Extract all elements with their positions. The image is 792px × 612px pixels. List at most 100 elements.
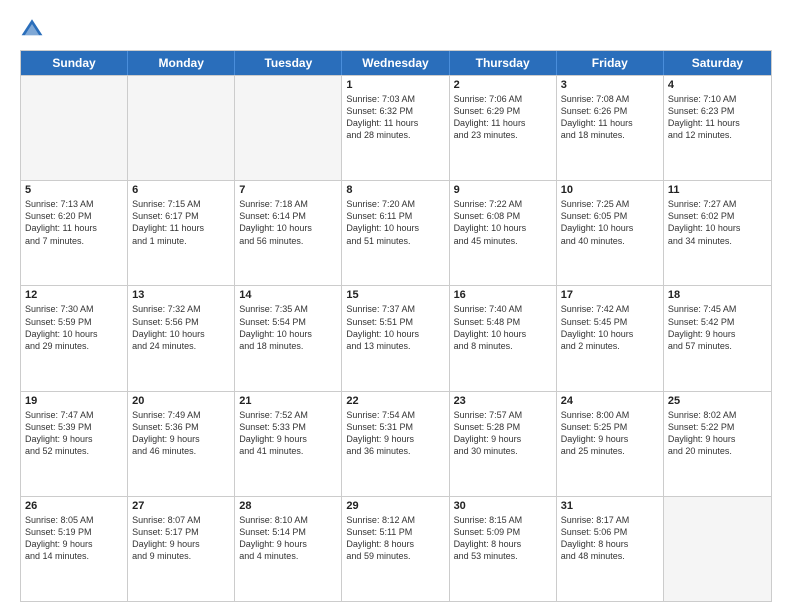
day-number: 8 <box>346 184 444 196</box>
day-number: 9 <box>454 184 552 196</box>
day-info: Sunrise: 7:52 AM Sunset: 5:33 PM Dayligh… <box>239 409 337 458</box>
day-number: 19 <box>25 395 123 407</box>
day-number: 15 <box>346 289 444 301</box>
day-info: Sunrise: 7:49 AM Sunset: 5:36 PM Dayligh… <box>132 409 230 458</box>
day-number: 26 <box>25 500 123 512</box>
day-info: Sunrise: 8:05 AM Sunset: 5:19 PM Dayligh… <box>25 514 123 563</box>
day-info: Sunrise: 8:00 AM Sunset: 5:25 PM Dayligh… <box>561 409 659 458</box>
day-info: Sunrise: 7:42 AM Sunset: 5:45 PM Dayligh… <box>561 303 659 352</box>
day-number: 28 <box>239 500 337 512</box>
logo <box>20 16 48 40</box>
day-number: 5 <box>25 184 123 196</box>
calendar-body: 1 Sunrise: 7:03 AM Sunset: 6:32 PM Daylig… <box>21 75 771 601</box>
day-info: Sunrise: 7:40 AM Sunset: 5:48 PM Dayligh… <box>454 303 552 352</box>
day-info: Sunrise: 7:45 AM Sunset: 5:42 PM Dayligh… <box>668 303 767 352</box>
calendar-day: 28 Sunrise: 8:10 AM Sunset: 5:14 PM Dayli… <box>235 497 342 601</box>
calendar-day: 19 Sunrise: 7:47 AM Sunset: 5:39 PM Dayli… <box>21 392 128 496</box>
calendar-day: 10 Sunrise: 7:25 AM Sunset: 6:05 PM Dayli… <box>557 181 664 285</box>
day-info: Sunrise: 7:35 AM Sunset: 5:54 PM Dayligh… <box>239 303 337 352</box>
calendar-empty <box>235 76 342 180</box>
day-info: Sunrise: 7:08 AM Sunset: 6:26 PM Dayligh… <box>561 93 659 142</box>
day-number: 18 <box>668 289 767 301</box>
calendar-day: 8 Sunrise: 7:20 AM Sunset: 6:11 PM Daylig… <box>342 181 449 285</box>
day-info: Sunrise: 8:15 AM Sunset: 5:09 PM Dayligh… <box>454 514 552 563</box>
calendar-day: 22 Sunrise: 7:54 AM Sunset: 5:31 PM Dayli… <box>342 392 449 496</box>
calendar-day: 30Sunrise: 8:15 AM Sunset: 5:09 PM Dayli… <box>450 497 557 601</box>
calendar-day: 3 Sunrise: 7:08 AM Sunset: 6:26 PM Daylig… <box>557 76 664 180</box>
calendar-day: 25 Sunrise: 8:02 AM Sunset: 5:22 PM Dayli… <box>664 392 771 496</box>
day-number: 31 <box>561 500 659 512</box>
weekday-header: Saturday <box>664 51 771 75</box>
calendar-day: 4 Sunrise: 7:10 AM Sunset: 6:23 PM Daylig… <box>664 76 771 180</box>
calendar-day: 26 Sunrise: 8:05 AM Sunset: 5:19 PM Dayli… <box>21 497 128 601</box>
calendar-day: 5Sunrise: 7:13 AM Sunset: 6:20 PM Daylig… <box>21 181 128 285</box>
day-number: 7 <box>239 184 337 196</box>
day-info: Sunrise: 8:07 AM Sunset: 5:17 PM Dayligh… <box>132 514 230 563</box>
day-number: 13 <box>132 289 230 301</box>
calendar-header: SundayMondayTuesdayWednesdayThursdayFrid… <box>21 51 771 75</box>
calendar-day: 6Sunrise: 7:15 AM Sunset: 6:17 PM Daylig… <box>128 181 235 285</box>
day-number: 20 <box>132 395 230 407</box>
weekday-header: Friday <box>557 51 664 75</box>
calendar-day: 2Sunrise: 7:06 AM Sunset: 6:29 PM Daylig… <box>450 76 557 180</box>
calendar-day: 7Sunrise: 7:18 AM Sunset: 6:14 PM Daylig… <box>235 181 342 285</box>
day-number: 6 <box>132 184 230 196</box>
day-info: Sunrise: 7:54 AM Sunset: 5:31 PM Dayligh… <box>346 409 444 458</box>
day-info: Sunrise: 8:10 AM Sunset: 5:14 PM Dayligh… <box>239 514 337 563</box>
day-info: Sunrise: 7:47 AM Sunset: 5:39 PM Dayligh… <box>25 409 123 458</box>
logo-icon <box>20 16 44 40</box>
calendar-day: 9 Sunrise: 7:22 AM Sunset: 6:08 PM Daylig… <box>450 181 557 285</box>
calendar-day: 15 Sunrise: 7:37 AM Sunset: 5:51 PM Dayli… <box>342 286 449 390</box>
calendar-day: 12 Sunrise: 7:30 AM Sunset: 5:59 PM Dayli… <box>21 286 128 390</box>
day-number: 11 <box>668 184 767 196</box>
day-number: 24 <box>561 395 659 407</box>
weekday-header: Thursday <box>450 51 557 75</box>
calendar-day: 16Sunrise: 7:40 AM Sunset: 5:48 PM Dayli… <box>450 286 557 390</box>
calendar-day: 13 Sunrise: 7:32 AM Sunset: 5:56 PM Dayli… <box>128 286 235 390</box>
calendar-day: 20 Sunrise: 7:49 AM Sunset: 5:36 PM Dayli… <box>128 392 235 496</box>
day-number: 3 <box>561 79 659 91</box>
calendar-week: 19 Sunrise: 7:47 AM Sunset: 5:39 PM Dayli… <box>21 391 771 496</box>
calendar-empty <box>128 76 235 180</box>
day-number: 22 <box>346 395 444 407</box>
day-number: 12 <box>25 289 123 301</box>
day-number: 27 <box>132 500 230 512</box>
day-info: Sunrise: 7:22 AM Sunset: 6:08 PM Dayligh… <box>454 198 552 247</box>
calendar-day: 29Sunrise: 8:12 AM Sunset: 5:11 PM Dayli… <box>342 497 449 601</box>
day-info: Sunrise: 7:30 AM Sunset: 5:59 PM Dayligh… <box>25 303 123 352</box>
calendar: SundayMondayTuesdayWednesdayThursdayFrid… <box>20 50 772 602</box>
calendar-week: 12 Sunrise: 7:30 AM Sunset: 5:59 PM Dayli… <box>21 285 771 390</box>
day-number: 1 <box>346 79 444 91</box>
day-number: 2 <box>454 79 552 91</box>
header <box>20 16 772 40</box>
calendar-day: 11 Sunrise: 7:27 AM Sunset: 6:02 PM Dayli… <box>664 181 771 285</box>
day-info: Sunrise: 7:20 AM Sunset: 6:11 PM Dayligh… <box>346 198 444 247</box>
weekday-header: Monday <box>128 51 235 75</box>
day-info: Sunrise: 7:37 AM Sunset: 5:51 PM Dayligh… <box>346 303 444 352</box>
calendar-day: 14 Sunrise: 7:35 AM Sunset: 5:54 PM Dayli… <box>235 286 342 390</box>
calendar-day: 31Sunrise: 8:17 AM Sunset: 5:06 PM Dayli… <box>557 497 664 601</box>
calendar-week: 5Sunrise: 7:13 AM Sunset: 6:20 PM Daylig… <box>21 180 771 285</box>
weekday-header: Sunday <box>21 51 128 75</box>
day-number: 14 <box>239 289 337 301</box>
day-info: Sunrise: 8:02 AM Sunset: 5:22 PM Dayligh… <box>668 409 767 458</box>
day-number: 23 <box>454 395 552 407</box>
day-number: 4 <box>668 79 767 91</box>
calendar-empty <box>21 76 128 180</box>
day-info: Sunrise: 7:25 AM Sunset: 6:05 PM Dayligh… <box>561 198 659 247</box>
page: SundayMondayTuesdayWednesdayThursdayFrid… <box>0 0 792 612</box>
day-number: 10 <box>561 184 659 196</box>
calendar-day: 27 Sunrise: 8:07 AM Sunset: 5:17 PM Dayli… <box>128 497 235 601</box>
day-info: Sunrise: 7:03 AM Sunset: 6:32 PM Dayligh… <box>346 93 444 142</box>
day-info: Sunrise: 7:27 AM Sunset: 6:02 PM Dayligh… <box>668 198 767 247</box>
weekday-header: Tuesday <box>235 51 342 75</box>
day-number: 25 <box>668 395 767 407</box>
day-number: 21 <box>239 395 337 407</box>
calendar-week: 1 Sunrise: 7:03 AM Sunset: 6:32 PM Daylig… <box>21 75 771 180</box>
calendar-day: 23Sunrise: 7:57 AM Sunset: 5:28 PM Dayli… <box>450 392 557 496</box>
calendar-day: 1 Sunrise: 7:03 AM Sunset: 6:32 PM Daylig… <box>342 76 449 180</box>
day-info: Sunrise: 7:10 AM Sunset: 6:23 PM Dayligh… <box>668 93 767 142</box>
calendar-day: 17Sunrise: 7:42 AM Sunset: 5:45 PM Dayli… <box>557 286 664 390</box>
day-info: Sunrise: 7:32 AM Sunset: 5:56 PM Dayligh… <box>132 303 230 352</box>
calendar-empty <box>664 497 771 601</box>
